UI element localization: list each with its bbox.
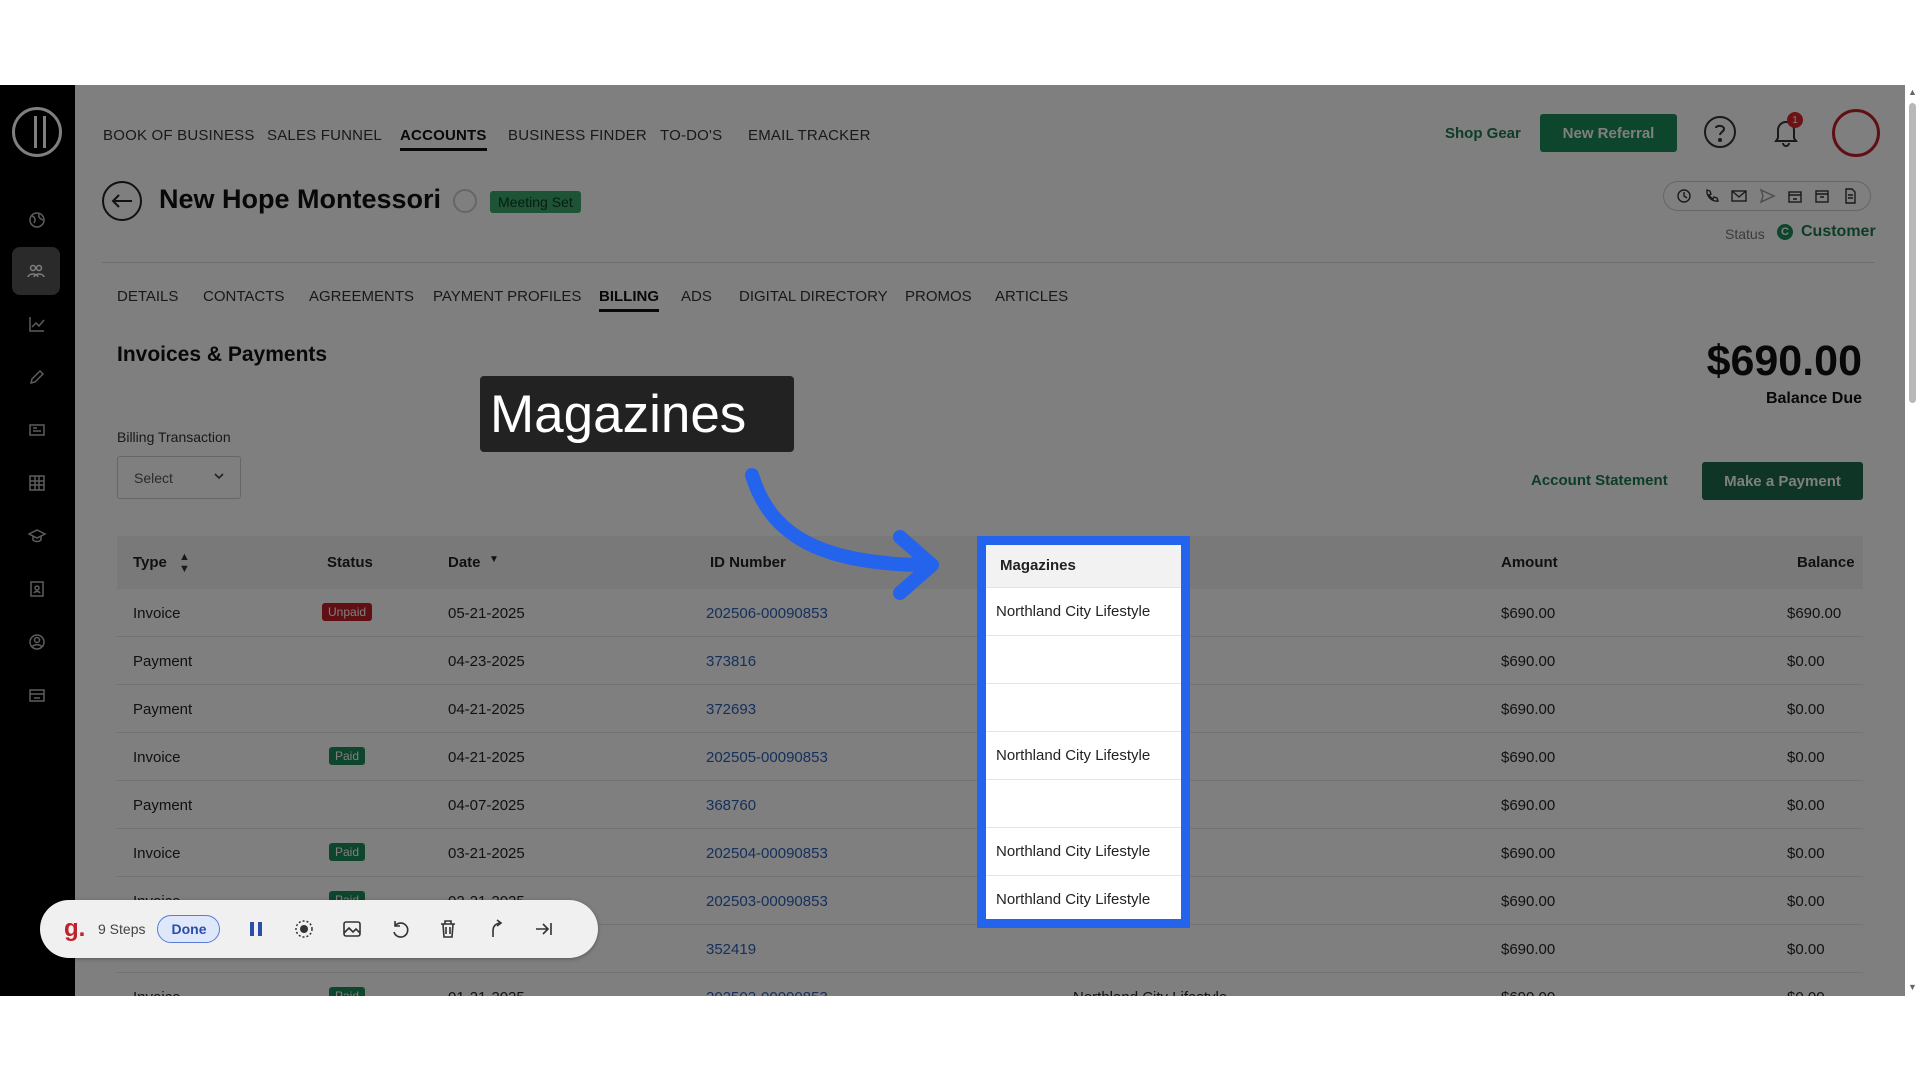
blur-icon[interactable]: [286, 911, 322, 947]
recorder-logo: g.: [64, 915, 86, 942]
recorder-steps: 9 Steps: [98, 921, 146, 937]
cell-magazine: Northland City Lifestyle: [986, 875, 1181, 923]
app-window: BOOK OF BUSINESS SALES FUNNEL ACCOUNTS B…: [0, 85, 1920, 996]
callout-label: Magazines: [480, 376, 794, 452]
cell-magazine: Northland City Lifestyle: [986, 587, 1181, 635]
scroll-down-icon[interactable]: ▼: [1908, 982, 1917, 992]
magazines-column-cells: Northland City Lifestyle Northland City L…: [986, 587, 1181, 923]
cell-magazine: Northland City Lifestyle: [986, 731, 1181, 779]
scroll-up-icon[interactable]: ▲: [1908, 87, 1917, 97]
done-button[interactable]: Done: [157, 915, 221, 943]
dim-overlay: [0, 85, 1920, 996]
pause-icon[interactable]: [238, 911, 274, 947]
undo-icon[interactable]: [382, 911, 418, 947]
cell-magazine: [986, 683, 1181, 731]
cell-magazine: Northland City Lifestyle: [986, 827, 1181, 875]
scrollbar[interactable]: ▲ ▼: [1905, 85, 1920, 996]
header-magazines: Magazines: [986, 545, 1181, 587]
curved-arrow-icon: [745, 468, 939, 600]
export-icon[interactable]: [478, 911, 514, 947]
trash-icon[interactable]: [430, 911, 466, 947]
cell-magazine: [986, 779, 1181, 827]
skip-icon[interactable]: [526, 911, 562, 947]
scroll-thumb[interactable]: [1909, 103, 1916, 403]
recorder-toolbar: g. 9 Steps Done: [40, 900, 598, 958]
image-icon[interactable]: [334, 911, 370, 947]
magazines-column-highlight: Magazines Northland City Lifestyle Northl…: [977, 536, 1190, 928]
cell-magazine: [986, 635, 1181, 683]
